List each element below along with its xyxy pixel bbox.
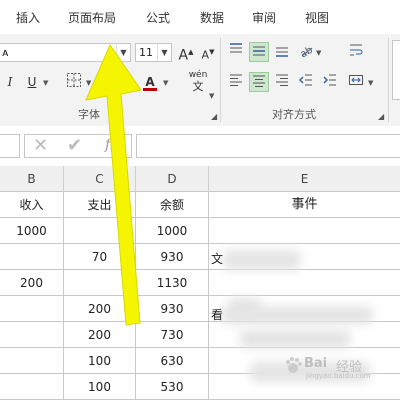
yellow-arrow-icon (85, 43, 142, 326)
annotation-arrow (85, 43, 142, 326)
